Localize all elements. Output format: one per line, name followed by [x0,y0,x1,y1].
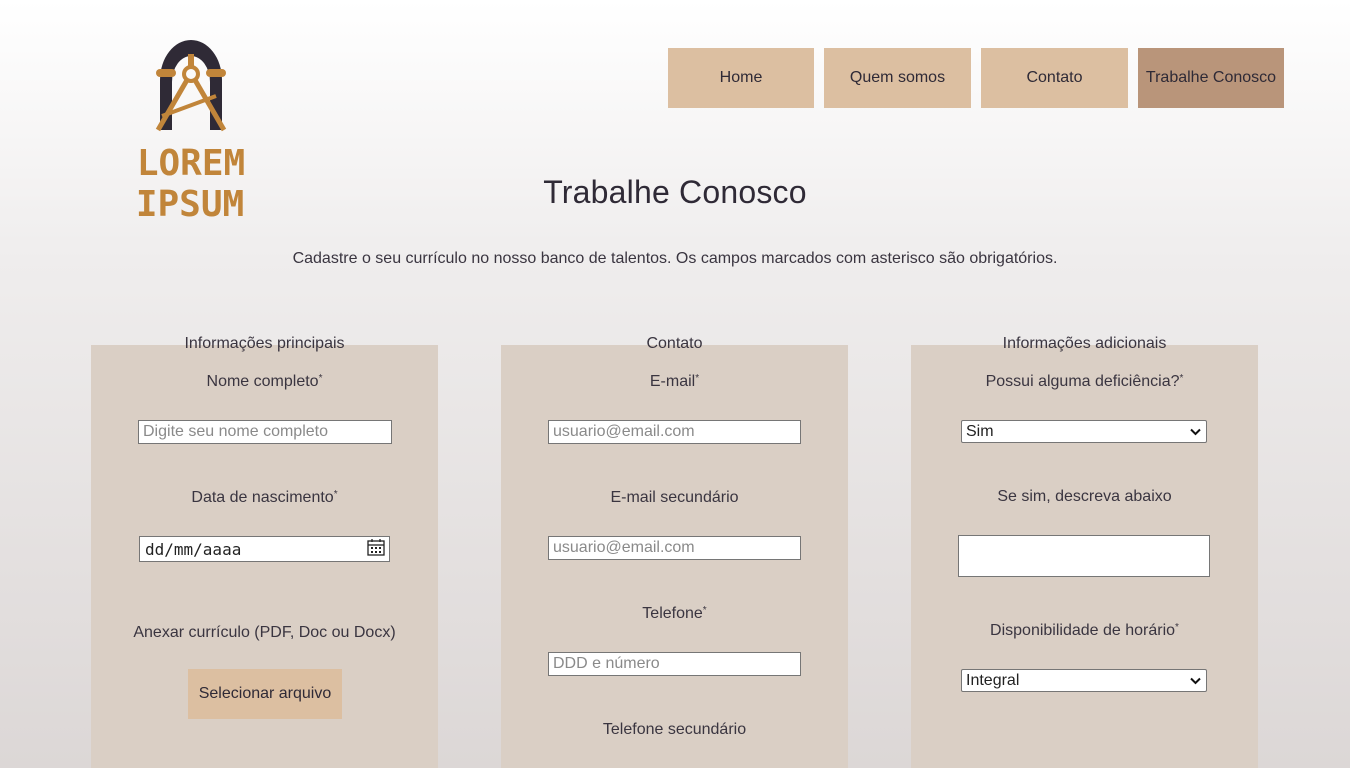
main-nav: Home Quem somos Contato Trabalhe Conosco [668,48,1284,108]
panel-additional-info: Informações adicionais Possui alguma def… [911,335,1258,768]
nav-home[interactable]: Home [668,48,814,108]
resume-label: Anexar currículo (PDF, Doc ou Docx) [133,624,396,641]
birth-date-value: dd/mm/aaaa [145,539,242,559]
availability-select[interactable]: Integral [961,669,1207,692]
panel-title-contact: Contato [646,335,703,352]
calendar-icon[interactable] [367,538,385,560]
email-label: E-mail* [649,373,700,390]
email-input[interactable] [548,420,801,444]
name-input[interactable] [138,420,392,444]
describe-label: Se sim, descreva abaixo [997,488,1172,505]
select-file-button[interactable]: Selecionar arquivo [188,669,342,719]
nav-trabalhe-conosco[interactable]: Trabalhe Conosco [1138,48,1284,108]
describe-textarea[interactable] [958,535,1210,577]
nav-contato[interactable]: Contato [981,48,1128,108]
name-label: Nome completo* [206,373,323,390]
birth-date-input[interactable]: dd/mm/aaaa [139,536,390,562]
panel-title-additional-info: Informações adicionais [1002,335,1167,352]
disability-selected-value: Sim [966,422,994,440]
disability-select[interactable]: Sim [961,420,1207,443]
chevron-down-icon [1190,423,1201,441]
page-intro: Cadastre o seu currículo no nosso banco … [292,250,1058,267]
panel-contact: Contato E-mail* E-mail secundário Telefo… [501,335,848,768]
birth-date-label: Data de nascimento* [191,489,338,506]
chevron-down-icon [1190,672,1201,690]
availability-label: Disponibilidade de horário* [990,622,1179,639]
panel-main-info: Informações principais Nome completo* Da… [91,335,438,768]
nav-quem-somos[interactable]: Quem somos [824,48,971,108]
email-secondary-input[interactable] [548,536,801,560]
panel-title-main-info: Informações principais [184,335,345,352]
availability-selected-value: Integral [966,671,1020,689]
phone-secondary-label: Telefone secundário [602,721,747,738]
phone-label: Telefone* [642,605,707,622]
phone-input[interactable] [548,652,801,676]
disability-label: Possui alguma deficiência?* [985,373,1184,390]
email-secondary-label: E-mail secundário [610,489,739,506]
page-title: Trabalhe Conosco [543,174,807,210]
